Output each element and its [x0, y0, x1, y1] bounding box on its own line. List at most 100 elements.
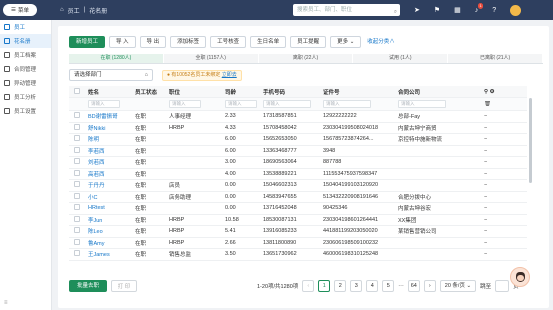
- row-action[interactable]: −: [481, 205, 527, 211]
- page-button[interactable]: 64: [407, 280, 420, 292]
- prev-page-button[interactable]: ‹: [302, 280, 315, 292]
- column-header[interactable]: 员工状态: [132, 88, 166, 96]
- row-action[interactable]: −: [481, 125, 527, 131]
- row-action[interactable]: −: [481, 148, 527, 154]
- employee-name[interactable]: 鲁Amy: [85, 239, 132, 247]
- employee-name[interactable]: 王James: [85, 250, 132, 258]
- page-ellipsis[interactable]: ···: [398, 283, 404, 289]
- table-row[interactable]: 李若西 在职 6.00 13363468777 3948 −: [69, 146, 527, 157]
- employee-name[interactable]: BD谢雷振哥: [85, 112, 132, 120]
- user-avatar[interactable]: [510, 4, 522, 16]
- employee-name[interactable]: 于丹丹: [85, 181, 132, 189]
- row-action[interactable]: −: [481, 136, 527, 142]
- row-action[interactable]: −: [481, 182, 527, 188]
- employee-name[interactable]: HRtest: [85, 205, 132, 211]
- employee-reminder-button[interactable]: 员工提醒: [290, 36, 327, 48]
- sidebar-item-roster[interactable]: 花名册: [0, 34, 51, 48]
- page-button[interactable]: 4: [366, 280, 379, 292]
- export-button[interactable]: 导 出: [139, 36, 167, 48]
- filter-icon[interactable]: ⚲: [484, 89, 488, 95]
- row-checkbox[interactable]: [74, 215, 80, 222]
- row-checkbox[interactable]: [74, 181, 80, 188]
- menu-button[interactable]: ☰ 菜单: [3, 4, 37, 16]
- global-search-input[interactable]: 搜索员工、部门、职位 ⌕: [293, 4, 400, 16]
- assistant-avatar[interactable]: [510, 267, 530, 287]
- table-row[interactable]: 陈明 在职 6.00 15652653050 156785723874264... 京控特…: [69, 134, 527, 146]
- sidebar-item-analysis[interactable]: 员工分析: [0, 90, 51, 104]
- department-select[interactable]: 请选择部门 ⌂: [69, 69, 153, 81]
- import-button[interactable]: 导 入: [109, 36, 136, 48]
- collapse-sidebar-icon[interactable]: ≡: [4, 300, 8, 306]
- row-action[interactable]: −: [481, 228, 527, 234]
- row-action[interactable]: −: [481, 240, 527, 246]
- sidebar-item-settings[interactable]: 员工设置: [0, 104, 51, 118]
- breadcrumb-item[interactable]: 员工: [68, 6, 80, 15]
- flag-icon[interactable]: ⚑: [434, 6, 440, 14]
- row-checkbox[interactable]: [74, 250, 80, 257]
- row-checkbox[interactable]: [74, 192, 80, 199]
- add-tag-button[interactable]: 添加标签: [170, 36, 207, 48]
- employee-name[interactable]: 舒Nikki: [85, 124, 132, 132]
- column-header[interactable]: 姓名: [85, 88, 132, 96]
- notice-link[interactable]: 立即去: [222, 72, 237, 78]
- table-row[interactable]: 小C 在职 店务助理 0.00 14583947655 51343222090819164…: [69, 192, 527, 203]
- row-action[interactable]: −: [481, 171, 527, 177]
- employee-name[interactable]: 陈Leo: [85, 227, 132, 235]
- employee-name[interactable]: 李若西: [85, 147, 132, 155]
- row-checkbox[interactable]: [74, 112, 80, 119]
- tab-probation[interactable]: 试用 (1人): [353, 54, 449, 63]
- sidebar-item-archives[interactable]: 员工档案: [0, 48, 51, 62]
- company-filter-input[interactable]: 请输入: [398, 100, 446, 108]
- next-page-button[interactable]: ›: [423, 280, 436, 292]
- column-header[interactable]: 职位: [166, 88, 222, 96]
- phone-filter-input[interactable]: 请输入: [263, 100, 311, 108]
- jump-page-input[interactable]: [495, 280, 510, 292]
- tab-resigned[interactable]: 已离职 (21人): [448, 54, 543, 63]
- notification-icon[interactable]: ♪ 1: [475, 2, 484, 14]
- employee-name[interactable]: 小C: [85, 193, 132, 201]
- search-icon[interactable]: ⌕: [394, 6, 397, 18]
- id-check-button[interactable]: 工号核查: [210, 36, 247, 48]
- gear-icon[interactable]: ⚙: [490, 89, 495, 95]
- batch-resign-button[interactable]: 批量去职: [69, 280, 107, 292]
- collapse-categories-link[interactable]: 收起分类∧: [365, 36, 397, 48]
- tenure-filter-input[interactable]: 请输入: [225, 100, 257, 108]
- row-action[interactable]: −: [481, 251, 527, 257]
- page-button[interactable]: 2: [334, 280, 347, 292]
- name-filter-input[interactable]: 请输入: [88, 100, 120, 108]
- page-button[interactable]: 1: [318, 280, 331, 292]
- table-row[interactable]: 王James 在职 销售总监 3.50 13651730962 4600061983101…: [69, 249, 527, 261]
- add-employee-button[interactable]: 新增员工: [69, 36, 106, 48]
- vertical-scrollbar[interactable]: [529, 98, 532, 183]
- table-row[interactable]: 高若西 在职 4.00 13538889221 111553475937598347 −: [69, 169, 527, 180]
- select-all-checkbox[interactable]: [74, 87, 80, 94]
- page-size-select[interactable]: 20 条/页 ⌄: [439, 280, 477, 292]
- table-row[interactable]: 陈Leo 在职 HRBP 5.41 13916085233 441881199203050…: [69, 226, 527, 238]
- row-checkbox[interactable]: [74, 146, 80, 153]
- table-row[interactable]: 于丹丹 在职 店员 0.00 15046602313 150404199103120920…: [69, 180, 527, 192]
- grid-icon[interactable]: ▦: [454, 6, 461, 14]
- sidebar-item-contracts[interactable]: 合同管理: [0, 62, 51, 76]
- sidebar-item-transfers[interactable]: 异动管理: [0, 76, 51, 90]
- table-row[interactable]: 鲁Amy 在职 HRBP 2.66 13811800890 230606198509100…: [69, 238, 527, 249]
- help-icon[interactable]: ?: [492, 7, 496, 14]
- row-checkbox[interactable]: [74, 169, 80, 176]
- tab-active[interactable]: 在职 (1280人): [69, 54, 164, 63]
- home-icon[interactable]: ⌂: [60, 7, 64, 13]
- trash-icon[interactable]: 🗑: [484, 101, 491, 107]
- column-header[interactable]: 证件号: [320, 88, 395, 96]
- page-button[interactable]: 5: [382, 280, 395, 292]
- row-checkbox[interactable]: [74, 227, 80, 234]
- row-action[interactable]: −: [481, 217, 527, 223]
- page-button[interactable]: 3: [350, 280, 363, 292]
- table-row[interactable]: 舒Nikki 在职 HRBP 4.33 15708458042 2303041995080…: [69, 123, 527, 134]
- print-button[interactable]: 打 印: [111, 280, 137, 292]
- row-checkbox[interactable]: [74, 123, 80, 130]
- table-row[interactable]: BD谢雷振哥 在职 人事经理 2.33 17318587851 12922222222 总部…: [69, 111, 527, 123]
- send-icon[interactable]: ➤: [414, 6, 420, 14]
- position-filter-input[interactable]: 请输入: [169, 100, 201, 108]
- employee-name[interactable]: 陈明: [85, 135, 132, 143]
- row-checkbox[interactable]: [74, 204, 80, 211]
- more-button[interactable]: 更多 ⌄: [330, 36, 362, 48]
- tab-fulltime[interactable]: 全职 (1157人): [163, 54, 259, 63]
